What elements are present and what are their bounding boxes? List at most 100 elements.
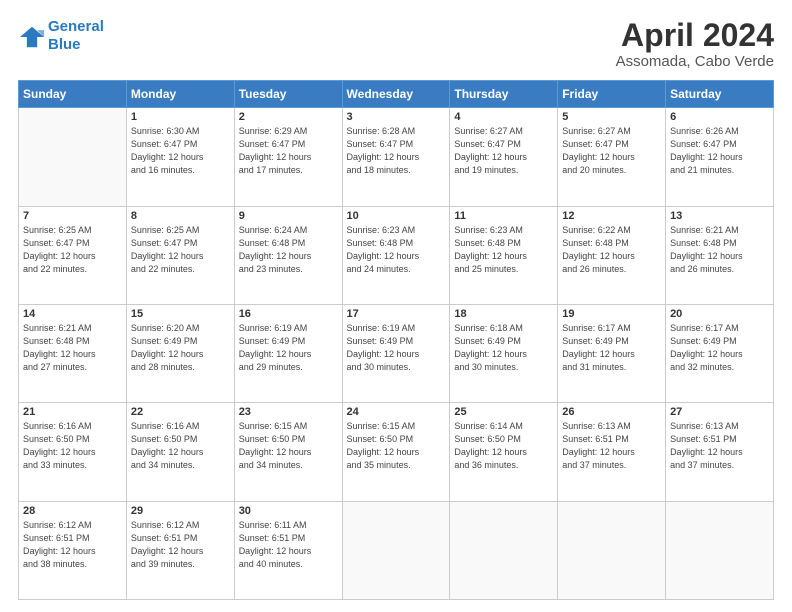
calendar-cell	[450, 501, 558, 599]
day-number: 22	[131, 406, 230, 418]
day-number: 24	[347, 406, 446, 418]
calendar-header-monday: Monday	[126, 81, 234, 108]
day-number: 4	[454, 111, 553, 123]
day-number: 30	[239, 505, 338, 517]
calendar-cell	[19, 108, 127, 206]
day-info: Sunrise: 6:28 AMSunset: 6:47 PMDaylight:…	[347, 125, 446, 177]
day-number: 11	[454, 210, 553, 222]
calendar-cell: 16 Sunrise: 6:19 AMSunset: 6:49 PMDayligh…	[234, 304, 342, 402]
day-info: Sunrise: 6:21 AMSunset: 6:48 PMDaylight:…	[670, 224, 769, 276]
calendar-header-friday: Friday	[558, 81, 666, 108]
day-info: Sunrise: 6:12 AMSunset: 6:51 PMDaylight:…	[23, 519, 122, 571]
calendar-cell: 9 Sunrise: 6:24 AMSunset: 6:48 PMDaylight…	[234, 206, 342, 304]
day-info: Sunrise: 6:17 AMSunset: 6:49 PMDaylight:…	[670, 322, 769, 374]
calendar-week-3: 14 Sunrise: 6:21 AMSunset: 6:48 PMDayligh…	[19, 304, 774, 402]
day-info: Sunrise: 6:14 AMSunset: 6:50 PMDaylight:…	[454, 420, 553, 472]
page-title: April 2024	[616, 18, 774, 53]
day-info: Sunrise: 6:21 AMSunset: 6:48 PMDaylight:…	[23, 322, 122, 374]
day-number: 26	[562, 406, 661, 418]
day-number: 28	[23, 505, 122, 517]
day-number: 13	[670, 210, 769, 222]
day-number: 9	[239, 210, 338, 222]
page-subtitle: Assomada, Cabo Verde	[616, 53, 774, 70]
day-info: Sunrise: 6:16 AMSunset: 6:50 PMDaylight:…	[131, 420, 230, 472]
day-info: Sunrise: 6:20 AMSunset: 6:49 PMDaylight:…	[131, 322, 230, 374]
day-number: 19	[562, 308, 661, 320]
day-info: Sunrise: 6:11 AMSunset: 6:51 PMDaylight:…	[239, 519, 338, 571]
calendar-header-tuesday: Tuesday	[234, 81, 342, 108]
day-number: 14	[23, 308, 122, 320]
day-number: 18	[454, 308, 553, 320]
day-info: Sunrise: 6:29 AMSunset: 6:47 PMDaylight:…	[239, 125, 338, 177]
day-info: Sunrise: 6:12 AMSunset: 6:51 PMDaylight:…	[131, 519, 230, 571]
calendar-cell: 1 Sunrise: 6:30 AMSunset: 6:47 PMDaylight…	[126, 108, 234, 206]
day-number: 15	[131, 308, 230, 320]
calendar-cell: 24 Sunrise: 6:15 AMSunset: 6:50 PMDayligh…	[342, 403, 450, 501]
calendar-cell: 20Sunrise: 6:17 AMSunset: 6:49 PMDayligh…	[666, 304, 774, 402]
day-number: 17	[347, 308, 446, 320]
calendar-cell: 21 Sunrise: 6:16 AMSunset: 6:50 PMDayligh…	[19, 403, 127, 501]
calendar-week-1: 1 Sunrise: 6:30 AMSunset: 6:47 PMDaylight…	[19, 108, 774, 206]
day-info: Sunrise: 6:22 AMSunset: 6:48 PMDaylight:…	[562, 224, 661, 276]
logo-line1: General	[48, 18, 104, 35]
day-info: Sunrise: 6:19 AMSunset: 6:49 PMDaylight:…	[347, 322, 446, 374]
calendar-cell: 30 Sunrise: 6:11 AMSunset: 6:51 PMDayligh…	[234, 501, 342, 599]
calendar-header-saturday: Saturday	[666, 81, 774, 108]
day-info: Sunrise: 6:17 AMSunset: 6:49 PMDaylight:…	[562, 322, 661, 374]
logo-text: General Blue	[48, 18, 104, 54]
calendar-cell: 8 Sunrise: 6:25 AMSunset: 6:47 PMDaylight…	[126, 206, 234, 304]
calendar-cell: 17 Sunrise: 6:19 AMSunset: 6:49 PMDayligh…	[342, 304, 450, 402]
calendar-cell: 11Sunrise: 6:23 AMSunset: 6:48 PMDayligh…	[450, 206, 558, 304]
day-info: Sunrise: 6:27 AMSunset: 6:47 PMDaylight:…	[454, 125, 553, 177]
calendar-cell: 4 Sunrise: 6:27 AMSunset: 6:47 PMDaylight…	[450, 108, 558, 206]
day-info: Sunrise: 6:23 AMSunset: 6:48 PMDaylight:…	[347, 224, 446, 276]
day-number: 12	[562, 210, 661, 222]
calendar-cell: 2 Sunrise: 6:29 AMSunset: 6:47 PMDaylight…	[234, 108, 342, 206]
calendar-header-sunday: Sunday	[19, 81, 127, 108]
calendar-header-row: SundayMondayTuesdayWednesdayThursdayFrid…	[19, 81, 774, 108]
day-number: 10	[347, 210, 446, 222]
day-info: Sunrise: 6:13 AMSunset: 6:51 PMDaylight:…	[562, 420, 661, 472]
calendar-cell: 6 Sunrise: 6:26 AMSunset: 6:47 PMDaylight…	[666, 108, 774, 206]
day-number: 21	[23, 406, 122, 418]
calendar-cell: 15 Sunrise: 6:20 AMSunset: 6:49 PMDayligh…	[126, 304, 234, 402]
logo: General Blue	[18, 18, 104, 54]
day-number: 16	[239, 308, 338, 320]
day-info: Sunrise: 6:26 AMSunset: 6:47 PMDaylight:…	[670, 125, 769, 177]
calendar-cell: 26 Sunrise: 6:13 AMSunset: 6:51 PMDayligh…	[558, 403, 666, 501]
day-info: Sunrise: 6:25 AMSunset: 6:47 PMDaylight:…	[23, 224, 122, 276]
day-number: 2	[239, 111, 338, 123]
calendar-cell: 25 Sunrise: 6:14 AMSunset: 6:50 PMDayligh…	[450, 403, 558, 501]
calendar-cell: 27Sunrise: 6:13 AMSunset: 6:51 PMDayligh…	[666, 403, 774, 501]
calendar-cell: 10 Sunrise: 6:23 AMSunset: 6:48 PMDayligh…	[342, 206, 450, 304]
calendar-cell: 12 Sunrise: 6:22 AMSunset: 6:48 PMDayligh…	[558, 206, 666, 304]
day-info: Sunrise: 6:15 AMSunset: 6:50 PMDaylight:…	[347, 420, 446, 472]
header: General Blue April 2024 Assomada, Cabo V…	[18, 18, 774, 70]
calendar-cell	[558, 501, 666, 599]
day-info: Sunrise: 6:19 AMSunset: 6:49 PMDaylight:…	[239, 322, 338, 374]
calendar-cell: 14 Sunrise: 6:21 AMSunset: 6:48 PMDayligh…	[19, 304, 127, 402]
logo-line2: Blue	[48, 36, 81, 53]
day-number: 6	[670, 111, 769, 123]
day-info: Sunrise: 6:18 AMSunset: 6:49 PMDaylight:…	[454, 322, 553, 374]
day-info: Sunrise: 6:30 AMSunset: 6:47 PMDaylight:…	[131, 125, 230, 177]
calendar-table: SundayMondayTuesdayWednesdayThursdayFrid…	[18, 80, 774, 600]
day-number: 5	[562, 111, 661, 123]
day-info: Sunrise: 6:25 AMSunset: 6:47 PMDaylight:…	[131, 224, 230, 276]
calendar-cell	[666, 501, 774, 599]
day-info: Sunrise: 6:16 AMSunset: 6:50 PMDaylight:…	[23, 420, 122, 472]
day-number: 27	[670, 406, 769, 418]
day-number: 1	[131, 111, 230, 123]
calendar-cell: 5Sunrise: 6:27 AMSunset: 6:47 PMDaylight…	[558, 108, 666, 206]
calendar-cell	[342, 501, 450, 599]
calendar-cell: 7Sunrise: 6:25 AMSunset: 6:47 PMDaylight…	[19, 206, 127, 304]
calendar-cell: 18 Sunrise: 6:18 AMSunset: 6:49 PMDayligh…	[450, 304, 558, 402]
day-number: 25	[454, 406, 553, 418]
day-number: 8	[131, 210, 230, 222]
day-info: Sunrise: 6:24 AMSunset: 6:48 PMDaylight:…	[239, 224, 338, 276]
calendar-cell: 19 Sunrise: 6:17 AMSunset: 6:49 PMDayligh…	[558, 304, 666, 402]
calendar-header-wednesday: Wednesday	[342, 81, 450, 108]
calendar-cell: 3Sunrise: 6:28 AMSunset: 6:47 PMDaylight…	[342, 108, 450, 206]
calendar-week-5: 28 Sunrise: 6:12 AMSunset: 6:51 PMDayligh…	[19, 501, 774, 599]
logo-icon	[18, 25, 46, 49]
